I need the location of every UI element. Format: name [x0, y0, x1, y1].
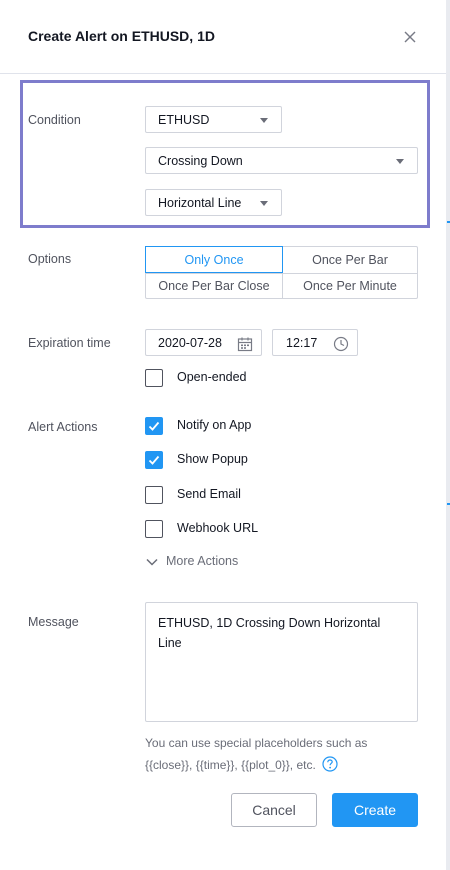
placeholder-hint: You can use special placeholders such as…	[145, 733, 415, 775]
options-selector: Only Once Once Per Bar Once Per Bar Clos…	[145, 246, 418, 299]
chevron-down-icon	[396, 159, 404, 164]
webhook-url-checkbox[interactable]	[145, 520, 163, 538]
close-icon	[404, 31, 416, 43]
option-once-per-bar-close[interactable]: Once Per Bar Close	[146, 273, 282, 299]
expiration-date-input[interactable]: 2020-07-28	[145, 329, 262, 356]
message-label: Message	[28, 615, 79, 629]
calendar-icon[interactable]	[237, 336, 253, 352]
notify-on-app-label: Notify on App	[177, 418, 252, 432]
time-value: 12:17	[286, 336, 318, 350]
send-email-label: Send Email	[177, 487, 241, 501]
options-label: Options	[28, 252, 72, 266]
option-only-once[interactable]: Only Once	[145, 246, 283, 273]
symbol-select[interactable]: ETHUSD	[145, 106, 282, 133]
message-textarea[interactable]: ETHUSD, 1D Crossing Down Horizontal Line	[145, 602, 418, 722]
help-icon[interactable]	[322, 756, 338, 772]
more-actions-label: More Actions	[166, 554, 239, 568]
webhook-url-label: Webhook URL	[177, 521, 259, 535]
operator-select[interactable]: Crossing Down	[145, 147, 418, 174]
chevron-down-icon	[146, 558, 158, 566]
expiration-label: Expiration time	[28, 336, 111, 350]
create-alert-dialog: Create Alert on ETHUSD, 1D Condition ETH…	[0, 0, 446, 870]
show-popup-checkbox[interactable]	[145, 451, 163, 469]
dialog-header: Create Alert on ETHUSD, 1D	[0, 0, 446, 74]
operator-value: Crossing Down	[158, 154, 243, 168]
target-value: Horizontal Line	[158, 196, 242, 210]
condition-label: Condition	[28, 113, 81, 127]
show-popup-label: Show Popup	[177, 452, 248, 466]
checkmark-icon	[148, 455, 160, 465]
option-once-per-bar[interactable]: Once Per Bar	[283, 247, 417, 273]
symbol-value: ETHUSD	[158, 113, 210, 127]
close-button[interactable]	[402, 29, 418, 45]
dialog-title: Create Alert on ETHUSD, 1D	[28, 28, 215, 44]
expiration-time-input[interactable]: 12:17	[272, 329, 358, 356]
background-chart-edge	[446, 0, 450, 870]
cancel-button[interactable]: Cancel	[231, 793, 317, 827]
target-select[interactable]: Horizontal Line	[145, 189, 282, 216]
alert-actions-label: Alert Actions	[28, 420, 98, 434]
clock-icon[interactable]	[333, 336, 349, 352]
date-value: 2020-07-28	[158, 336, 222, 350]
open-ended-label: Open-ended	[177, 370, 247, 384]
checkmark-icon	[148, 421, 160, 431]
send-email-checkbox[interactable]	[145, 486, 163, 504]
notify-on-app-checkbox[interactable]	[145, 417, 163, 435]
chevron-down-icon	[260, 201, 268, 206]
open-ended-checkbox[interactable]	[145, 369, 163, 387]
create-button[interactable]: Create	[332, 793, 418, 827]
chevron-down-icon	[260, 118, 268, 123]
option-once-per-minute[interactable]: Once Per Minute	[283, 273, 417, 299]
